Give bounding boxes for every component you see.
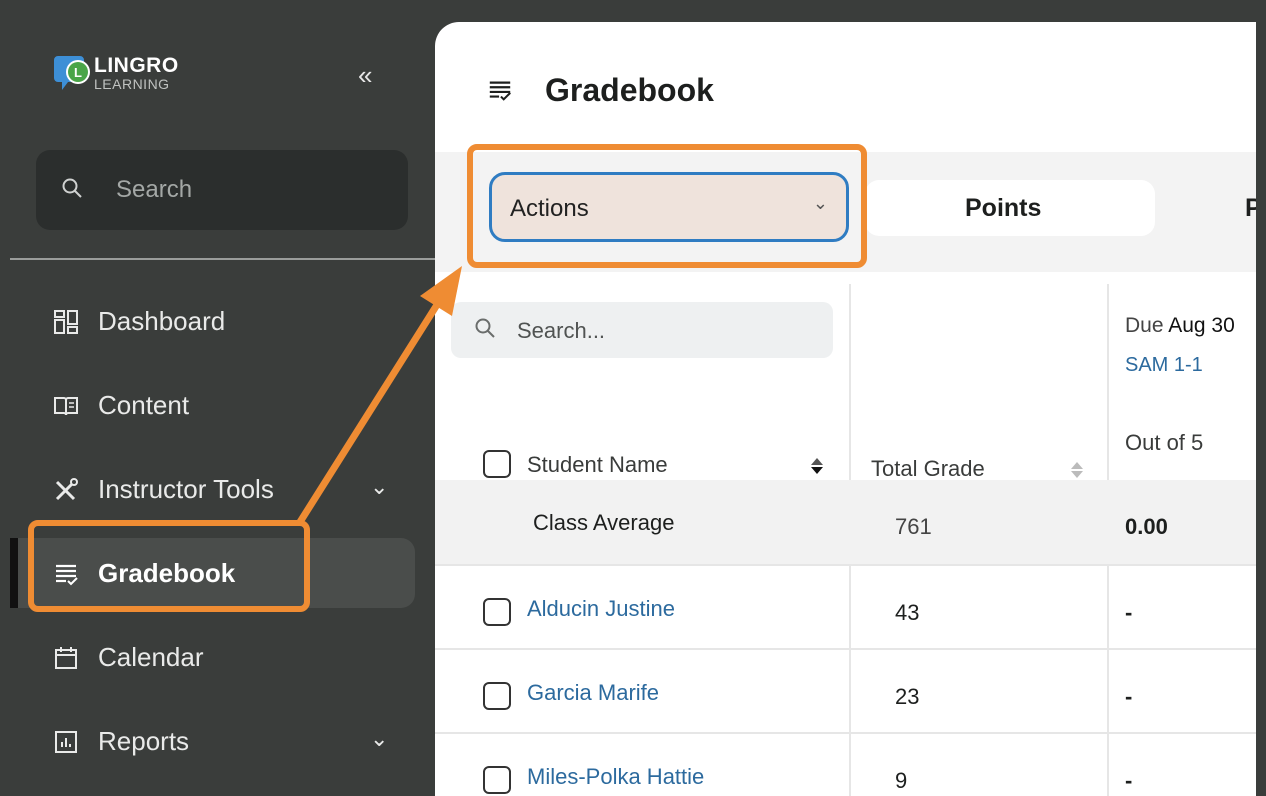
assignment-max-points: Out of 5 [1125,430,1204,455]
main-panel: Gradebook Actions ⌄ Points P Search... S… [435,22,1256,796]
gradebook-table: Search... Student Name Total Grade Due A… [435,284,1256,796]
search-icon [475,318,495,338]
sidebar-item-instructor-tools[interactable]: Instructor Tools ⌄ [10,458,435,522]
row-divider [435,732,1256,734]
student-score[interactable]: - [1125,684,1132,710]
app-logo[interactable]: L LINGRO LEARNING [54,50,214,100]
sidebar-item-dashboard[interactable]: Dashboard [10,290,435,354]
calendar-icon [55,647,77,669]
sort-icon[interactable] [1069,460,1085,480]
search-icon [62,178,82,198]
sidebar-item-reports[interactable]: Reports ⌄ [10,710,435,774]
gradebook-icon [489,81,511,101]
row-checkbox[interactable] [483,766,511,794]
select-all-checkbox[interactable] [483,450,511,478]
student-name-link[interactable]: Garcia Marife [527,680,659,706]
row-checkbox[interactable] [483,682,511,710]
logo-subtitle: LEARNING [94,76,170,92]
book-icon [54,397,78,416]
tab-points-label: Points [965,194,1042,222]
row-checkbox[interactable] [483,598,511,626]
student-name-link[interactable]: Alducin Justine [527,596,675,622]
dashboard-icon [54,310,78,334]
assignment-link[interactable]: SAM 1-1 [1125,354,1203,377]
table-search-input[interactable]: Search... [451,302,833,358]
row-divider [435,648,1256,650]
student-score[interactable]: - [1125,600,1132,626]
class-average-score: 0.00 [1125,514,1168,539]
student-total-grade: 23 [895,684,920,709]
tab-percent[interactable]: P [1245,194,1256,223]
logo-icon: L [54,56,90,90]
student-name-link[interactable]: Miles-Polka Hattie [527,764,704,790]
tab-points[interactable]: Points [865,180,1155,236]
row-divider [435,564,1256,566]
chevron-down-icon[interactable]: ⌄ [370,726,388,752]
column-header-total-grade[interactable]: Total Grade [871,456,985,482]
sidebar-item-label: Dashboard [98,306,226,336]
logo-wordmark: LINGRO [94,54,179,77]
chevron-down-icon[interactable]: ⌄ [370,474,388,500]
sidebar-divider [10,258,435,260]
reports-icon [55,731,77,753]
sidebar-search-placeholder: Search [116,176,193,203]
assignment-due-date: Due Aug 30 [1125,314,1235,337]
page-title: Gradebook [545,72,714,108]
sidebar-item-label: Content [98,390,190,420]
sidebar-item-label: Reports [98,726,190,756]
column-header-student-name[interactable]: Student Name [527,452,668,478]
sidebar-item-label: Calendar [98,642,204,672]
table-search-placeholder: Search... [517,318,606,343]
tools-icon [55,478,78,501]
sidebar: L LINGRO LEARNING « Search Dashboard Con… [10,10,435,796]
annotation-highlight-actions [467,144,867,268]
class-average-label: Class Average [533,510,675,535]
svg-text:L: L [74,65,82,80]
class-average-total: 761 [895,514,932,539]
sidebar-search[interactable]: Search [36,150,408,230]
annotation-highlight-gradebook [28,520,310,612]
sidebar-item-label: Instructor Tools [98,474,274,504]
sidebar-item-content[interactable]: Content [10,374,435,438]
sort-icon[interactable] [809,456,825,476]
student-total-grade: 9 [895,768,908,793]
student-score[interactable]: - [1125,768,1132,794]
sidebar-item-calendar[interactable]: Calendar [10,626,435,690]
student-total-grade: 43 [895,600,920,625]
collapse-sidebar-button[interactable]: « [358,62,372,88]
